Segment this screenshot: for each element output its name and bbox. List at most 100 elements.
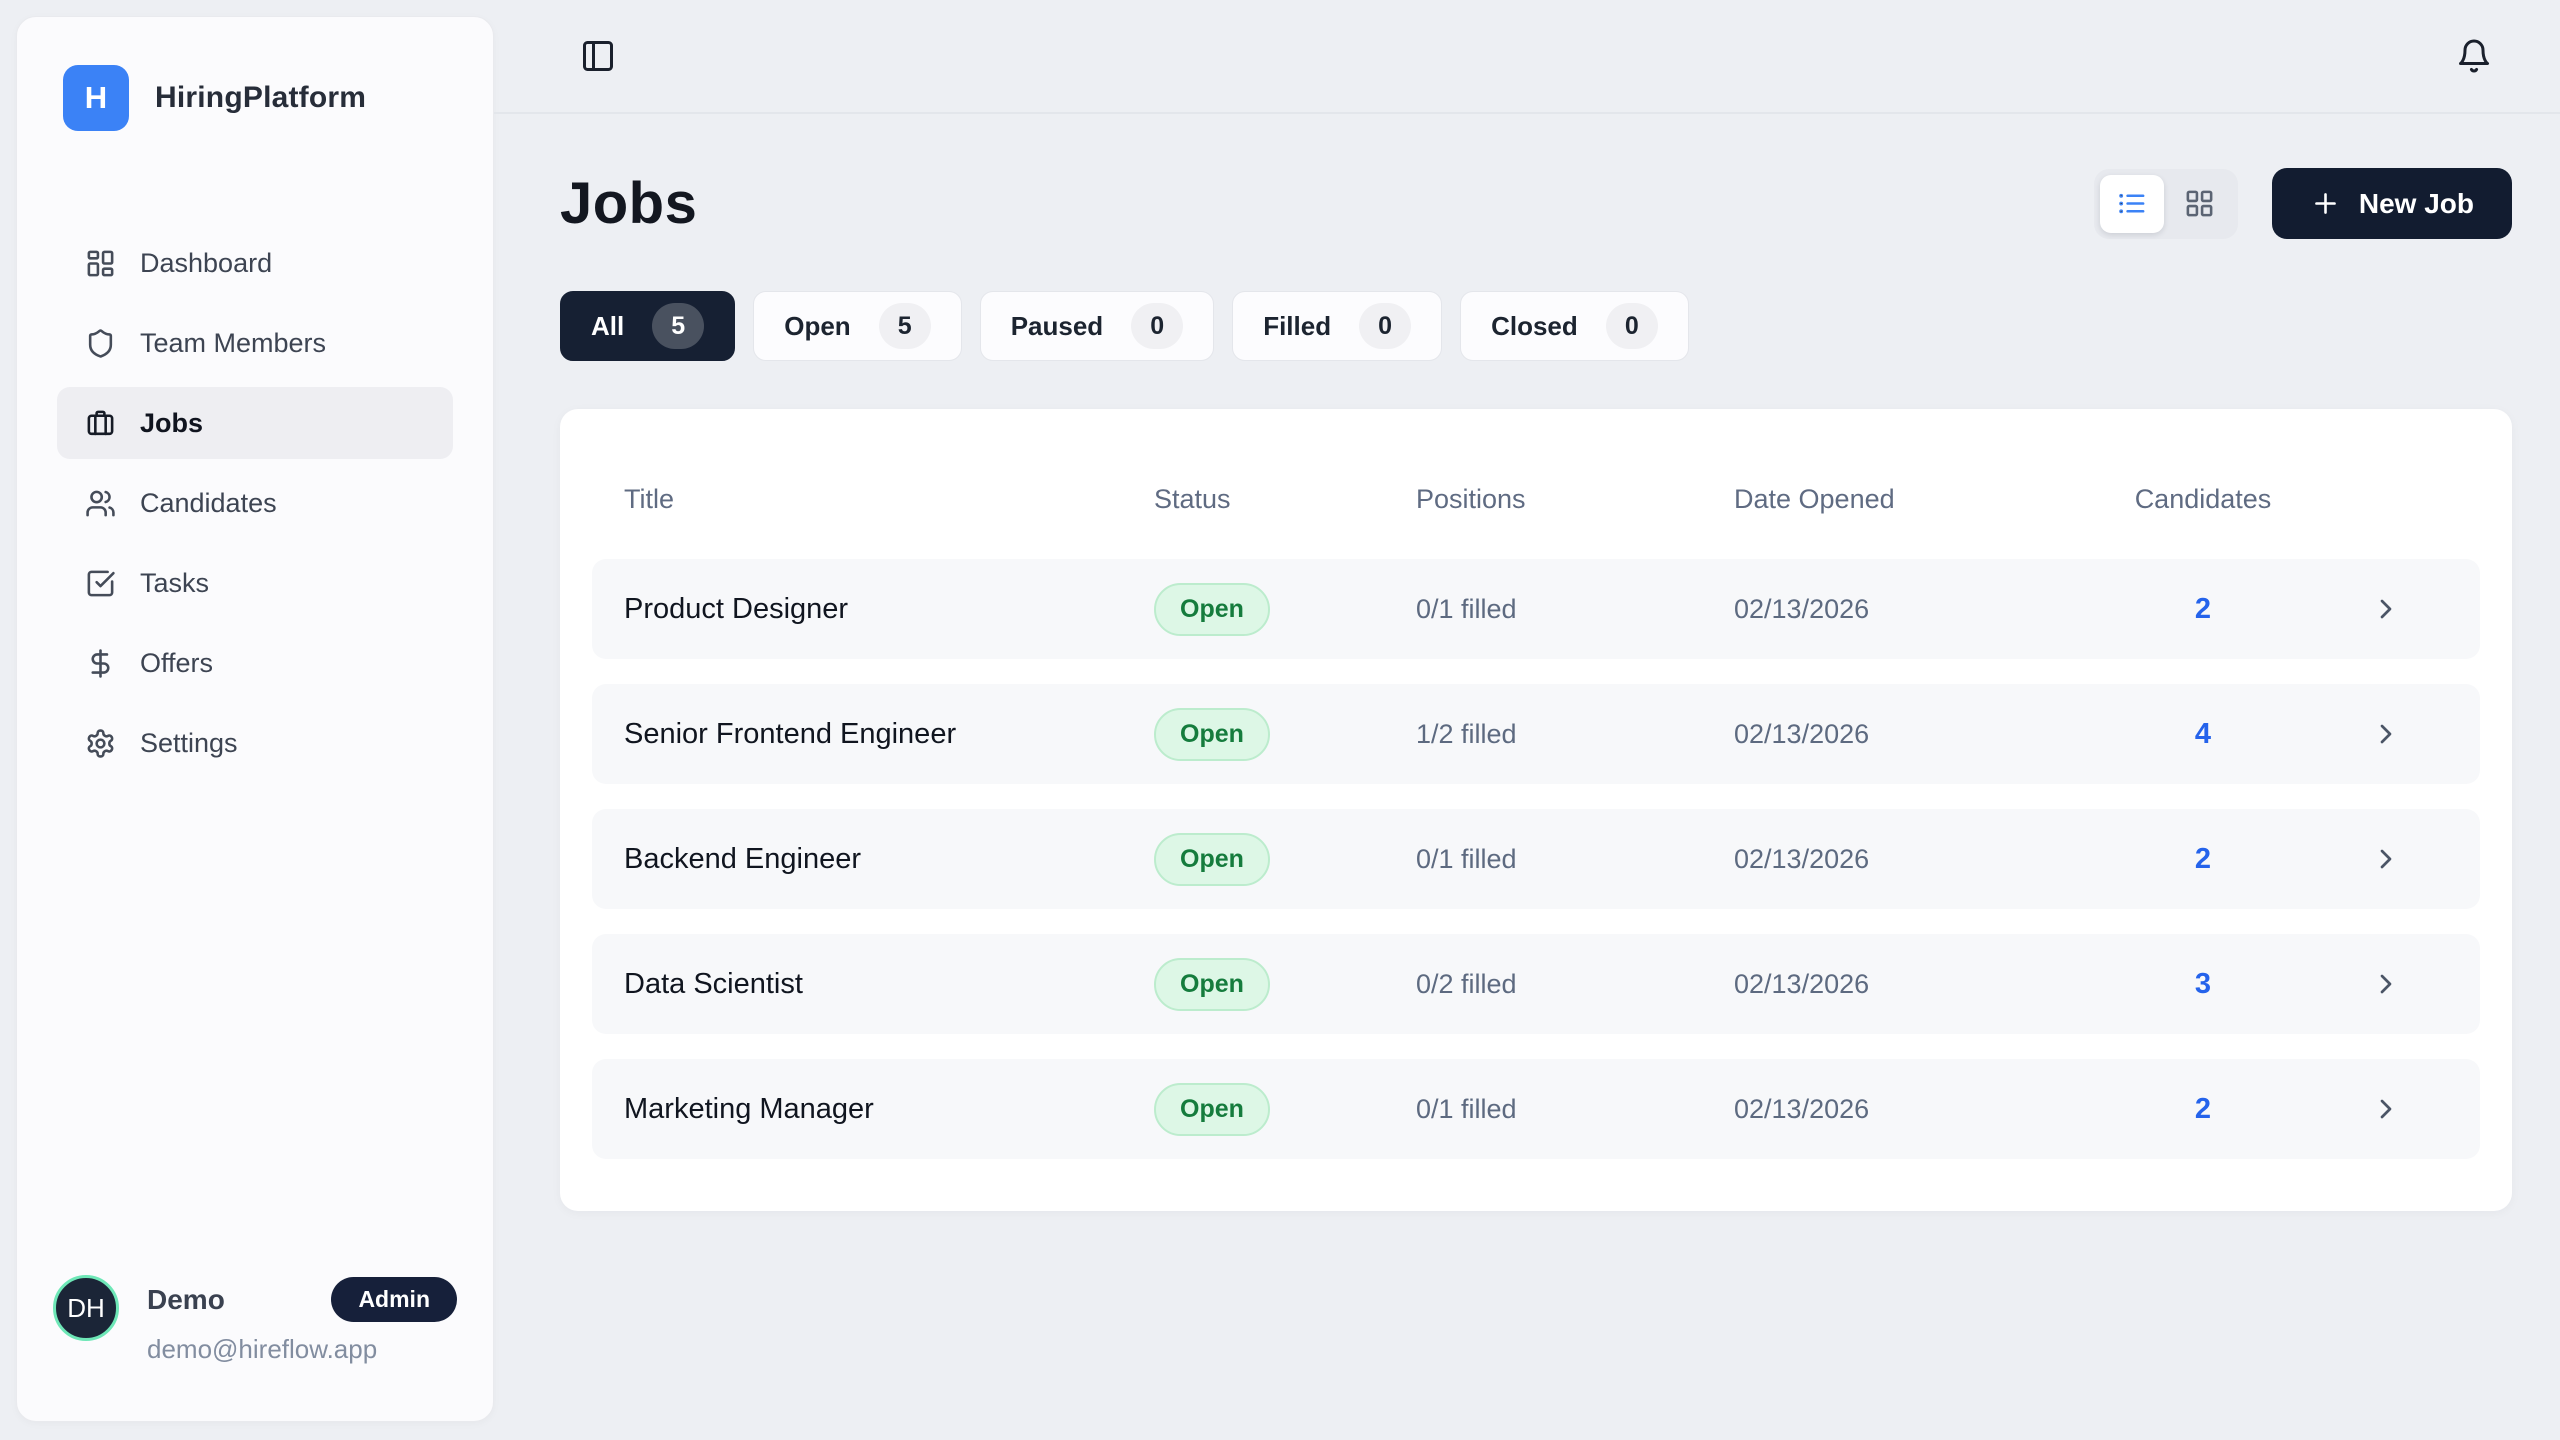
- sidebar-item-label: Team Members: [140, 328, 326, 359]
- panel-left-icon: [580, 38, 616, 74]
- user-info: Demo Admin demo@hireflow.app: [147, 1275, 457, 1365]
- candidates-count[interactable]: 2: [2083, 843, 2323, 876]
- status-badge: Open: [1154, 958, 1270, 1011]
- dollar-icon: [85, 648, 116, 679]
- row-open-button[interactable]: [2370, 843, 2402, 875]
- job-title: Backend Engineer: [624, 843, 1154, 876]
- task-check-icon: [85, 568, 116, 599]
- filter-count-badge: 0: [1359, 303, 1411, 349]
- column-header-positions: Positions: [1416, 484, 1734, 515]
- filter-filled[interactable]: Filled 0: [1232, 291, 1442, 361]
- candidates-count[interactable]: 4: [2083, 718, 2323, 751]
- briefcase-icon: [85, 408, 116, 439]
- filter-all[interactable]: All 5: [560, 291, 735, 361]
- sidebar-item-settings[interactable]: Settings: [57, 707, 453, 779]
- filter-label: Paused: [1011, 311, 1104, 342]
- avatar-initials: DH: [67, 1293, 105, 1324]
- page-head: Jobs: [560, 168, 2512, 239]
- date-opened: 02/13/2026: [1734, 969, 2083, 1000]
- dashboard-icon: [85, 248, 116, 279]
- sidebar-nav: Dashboard Team Members Jobs: [17, 227, 493, 779]
- column-header-candidates: Candidates: [2083, 484, 2323, 515]
- date-opened: 02/13/2026: [1734, 1094, 2083, 1125]
- sidebar-item-offers[interactable]: Offers: [57, 627, 453, 699]
- sidebar-item-tasks[interactable]: Tasks: [57, 547, 453, 619]
- job-title: Data Scientist: [624, 968, 1154, 1001]
- positions-filled: 0/1 filled: [1416, 844, 1734, 875]
- job-row[interactable]: Data Scientist Open 0/2 filled 02/13/202…: [592, 934, 2480, 1034]
- job-row[interactable]: Product Designer Open 0/1 filled 02/13/2…: [592, 559, 2480, 659]
- user-name: Demo: [147, 1284, 225, 1316]
- job-title: Marketing Manager: [624, 1093, 1154, 1126]
- row-open-button[interactable]: [2370, 1093, 2402, 1125]
- user-section[interactable]: DH Demo Admin demo@hireflow.app: [17, 1275, 493, 1421]
- gear-icon: [85, 728, 116, 759]
- column-header-date-opened: Date Opened: [1734, 484, 2083, 515]
- status-filters: All 5 Open 5 Paused 0 Filled 0 Closed 0: [560, 291, 2512, 361]
- sidebar-item-jobs[interactable]: Jobs: [57, 387, 453, 459]
- job-row[interactable]: Marketing Manager Open 0/1 filled 02/13/…: [592, 1059, 2480, 1159]
- jobs-table-body: Product Designer Open 0/1 filled 02/13/2…: [592, 559, 2480, 1159]
- sidebar-item-label: Dashboard: [140, 248, 272, 279]
- sidebar-item-team-members[interactable]: Team Members: [57, 307, 453, 379]
- jobs-table-card: Title Status Positions Date Opened Candi…: [560, 409, 2512, 1211]
- grid-icon: [2184, 188, 2215, 219]
- positions-filled: 0/1 filled: [1416, 1094, 1734, 1125]
- view-toggle: [2094, 169, 2238, 239]
- filter-label: Filled: [1263, 311, 1331, 342]
- jobs-table-header: Title Status Positions Date Opened Candi…: [592, 449, 2480, 549]
- avatar: DH: [53, 1275, 119, 1341]
- row-open-button[interactable]: [2370, 968, 2402, 1000]
- sidebar: H HiringPlatform Dashboard Team Members: [16, 16, 494, 1422]
- row-open-button[interactable]: [2370, 593, 2402, 625]
- topbar: [494, 0, 2560, 114]
- list-icon: [2116, 188, 2147, 219]
- sidebar-item-dashboard[interactable]: Dashboard: [57, 227, 453, 299]
- plus-icon: [2310, 188, 2341, 219]
- role-badge: Admin: [331, 1277, 457, 1322]
- filter-closed[interactable]: Closed 0: [1460, 291, 1689, 361]
- new-job-label: New Job: [2359, 188, 2474, 220]
- candidates-count[interactable]: 2: [2083, 1093, 2323, 1126]
- filter-paused[interactable]: Paused 0: [980, 291, 1215, 361]
- filter-open[interactable]: Open 5: [753, 291, 961, 361]
- filter-count-badge: 5: [652, 303, 704, 349]
- sidebar-item-label: Offers: [140, 648, 213, 679]
- positions-filled: 1/2 filled: [1416, 719, 1734, 750]
- bell-icon: [2456, 38, 2492, 74]
- filter-count-badge: 5: [879, 303, 931, 349]
- status-badge: Open: [1154, 833, 1270, 886]
- content: Jobs: [494, 168, 2560, 1211]
- job-row[interactable]: Backend Engineer Open 0/1 filled 02/13/2…: [592, 809, 2480, 909]
- shield-icon: [85, 328, 116, 359]
- status-badge: Open: [1154, 1083, 1270, 1136]
- list-view-button[interactable]: [2100, 175, 2164, 233]
- grid-view-button[interactable]: [2168, 175, 2232, 233]
- filter-count-badge: 0: [1606, 303, 1658, 349]
- filter-count-badge: 0: [1131, 303, 1183, 349]
- chevron-right-icon: [2370, 593, 2402, 625]
- candidates-count[interactable]: 2: [2083, 593, 2323, 626]
- sidebar-item-candidates[interactable]: Candidates: [57, 467, 453, 539]
- page-title: Jobs: [560, 170, 697, 237]
- job-title: Senior Frontend Engineer: [624, 718, 1154, 751]
- chevron-right-icon: [2370, 1093, 2402, 1125]
- users-icon: [85, 488, 116, 519]
- chevron-right-icon: [2370, 843, 2402, 875]
- brand-name: HiringPlatform: [155, 81, 366, 115]
- candidates-count[interactable]: 3: [2083, 968, 2323, 1001]
- job-row[interactable]: Senior Frontend Engineer Open 1/2 filled…: [592, 684, 2480, 784]
- sidebar-item-label: Settings: [140, 728, 238, 759]
- notifications-button[interactable]: [2450, 32, 2498, 80]
- column-header-title: Title: [624, 484, 1154, 515]
- user-email: demo@hireflow.app: [147, 1334, 457, 1365]
- sidebar-item-label: Jobs: [140, 408, 203, 439]
- date-opened: 02/13/2026: [1734, 844, 2083, 875]
- filter-label: Closed: [1491, 311, 1578, 342]
- sidebar-toggle-button[interactable]: [574, 32, 622, 80]
- chevron-right-icon: [2370, 718, 2402, 750]
- row-open-button[interactable]: [2370, 718, 2402, 750]
- status-badge: Open: [1154, 583, 1270, 636]
- new-job-button[interactable]: New Job: [2272, 168, 2512, 239]
- head-controls: New Job: [2094, 168, 2512, 239]
